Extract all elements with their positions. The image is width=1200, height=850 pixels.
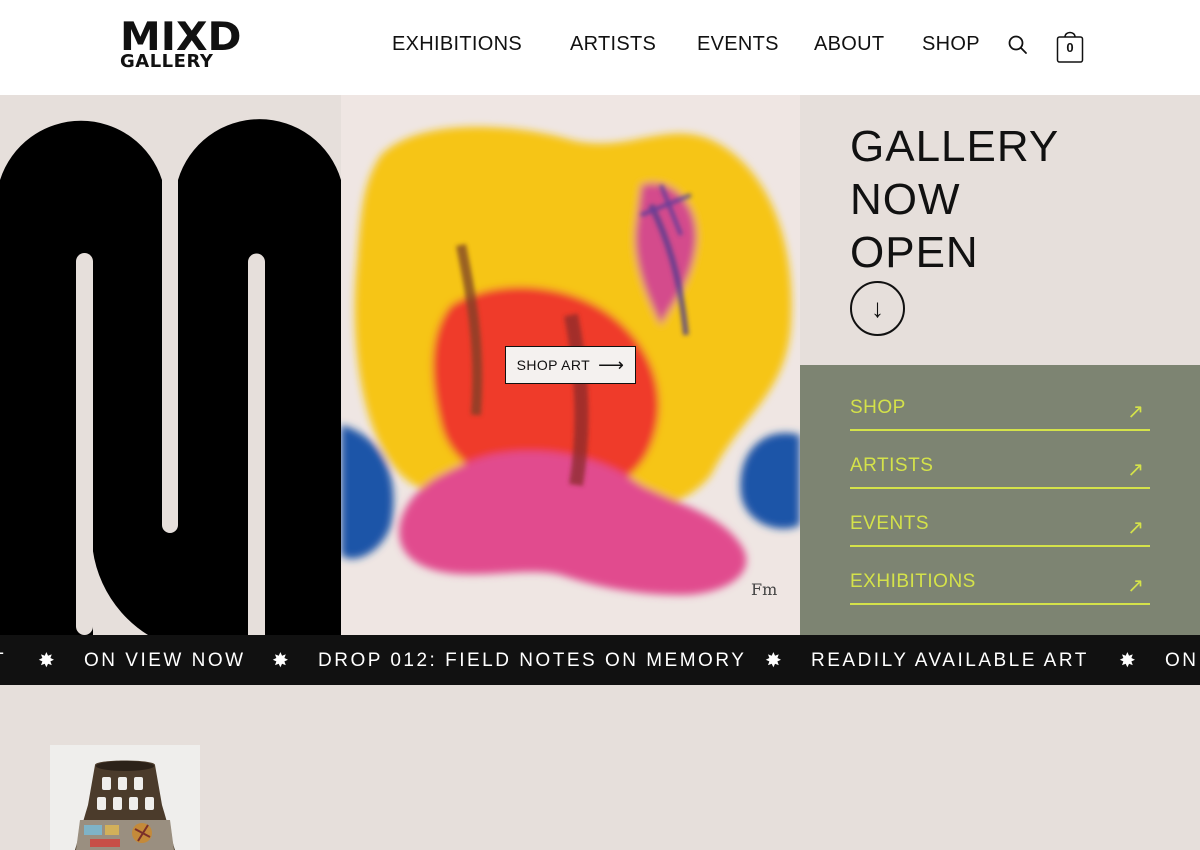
- marquee-text: READILY AVAILABLE ART: [811, 650, 1089, 671]
- nav-exhibitions[interactable]: EXHIBITIONS: [392, 33, 522, 56]
- marquee-text: T: [0, 650, 6, 672]
- arrow-up-right-icon: ↗: [1127, 575, 1144, 597]
- shop-art-label: SHOP ART: [516, 357, 591, 373]
- svg-text:Fm: Fm: [751, 580, 777, 599]
- hero-title-line-3: OPEN: [850, 228, 979, 277]
- star-icon: ✸: [1119, 650, 1136, 672]
- nav-about[interactable]: ABOUT: [814, 33, 884, 56]
- quick-link-label: ARTISTS: [850, 455, 934, 476]
- shop-art-button[interactable]: SHOP ART ⟶: [505, 346, 636, 384]
- quick-link-label: EXHIBITIONS: [850, 571, 976, 592]
- quick-link-shop[interactable]: SHOP ↗: [850, 395, 1150, 431]
- arrow-right-icon: ⟶: [598, 355, 625, 375]
- hero-headline-panel: GALLERY NOW OPEN ↓: [800, 95, 1200, 365]
- announcement-marquee: T ✸ ON VIEW NOW ✸ DROP 012: FIELD NOTES …: [0, 635, 1200, 685]
- hero-logo-graphic: [0, 95, 341, 635]
- nav-shop[interactable]: SHOP: [922, 33, 980, 56]
- arrow-up-right-icon: ↗: [1127, 517, 1144, 539]
- hero-title-line-1: GALLERY: [850, 122, 1060, 171]
- arrow-up-right-icon: ↗: [1127, 401, 1144, 423]
- quick-link-exhibitions[interactable]: EXHIBITIONS ↗: [850, 569, 1150, 605]
- star-icon: ✸: [765, 650, 782, 672]
- nav-artists[interactable]: ARTISTS: [570, 33, 656, 56]
- arrow-up-right-icon: ↗: [1127, 459, 1144, 481]
- marquee-text: ON VIEW NOW: [84, 650, 246, 671]
- marquee-text: ON: [1165, 650, 1199, 671]
- hero-title-line-2: NOW: [850, 175, 961, 224]
- quick-link-label: EVENTS: [850, 513, 930, 534]
- search-icon[interactable]: [1007, 34, 1029, 56]
- nav-events[interactable]: EVENTS: [697, 33, 779, 56]
- star-icon: ✸: [272, 650, 289, 672]
- scroll-down-button[interactable]: ↓: [850, 281, 905, 336]
- star-icon: ✸: [38, 650, 55, 672]
- marquee-text: DROP 012: FIELD NOTES ON MEMORY: [318, 650, 747, 671]
- site-header: MIXD GALLERY EXHIBITIONS ARTISTS EVENTS …: [0, 0, 1200, 95]
- arrow-down-icon: ↓: [871, 293, 884, 323]
- quick-link-events[interactable]: EVENTS ↗: [850, 511, 1150, 547]
- cart-button[interactable]: 0: [1056, 28, 1084, 64]
- product-card-image[interactable]: [50, 745, 200, 850]
- cart-count: 0: [1066, 40, 1074, 55]
- quick-links-panel: SHOP ↗ ARTISTS ↗ EVENTS ↗ EXHIBITIONS ↗: [800, 365, 1200, 635]
- site-logo[interactable]: MIXD GALLERY: [120, 18, 250, 72]
- quick-link-label: SHOP: [850, 397, 906, 418]
- quick-link-artists[interactable]: ARTISTS ↗: [850, 453, 1150, 489]
- logo-sub-text: GALLERY: [120, 51, 214, 72]
